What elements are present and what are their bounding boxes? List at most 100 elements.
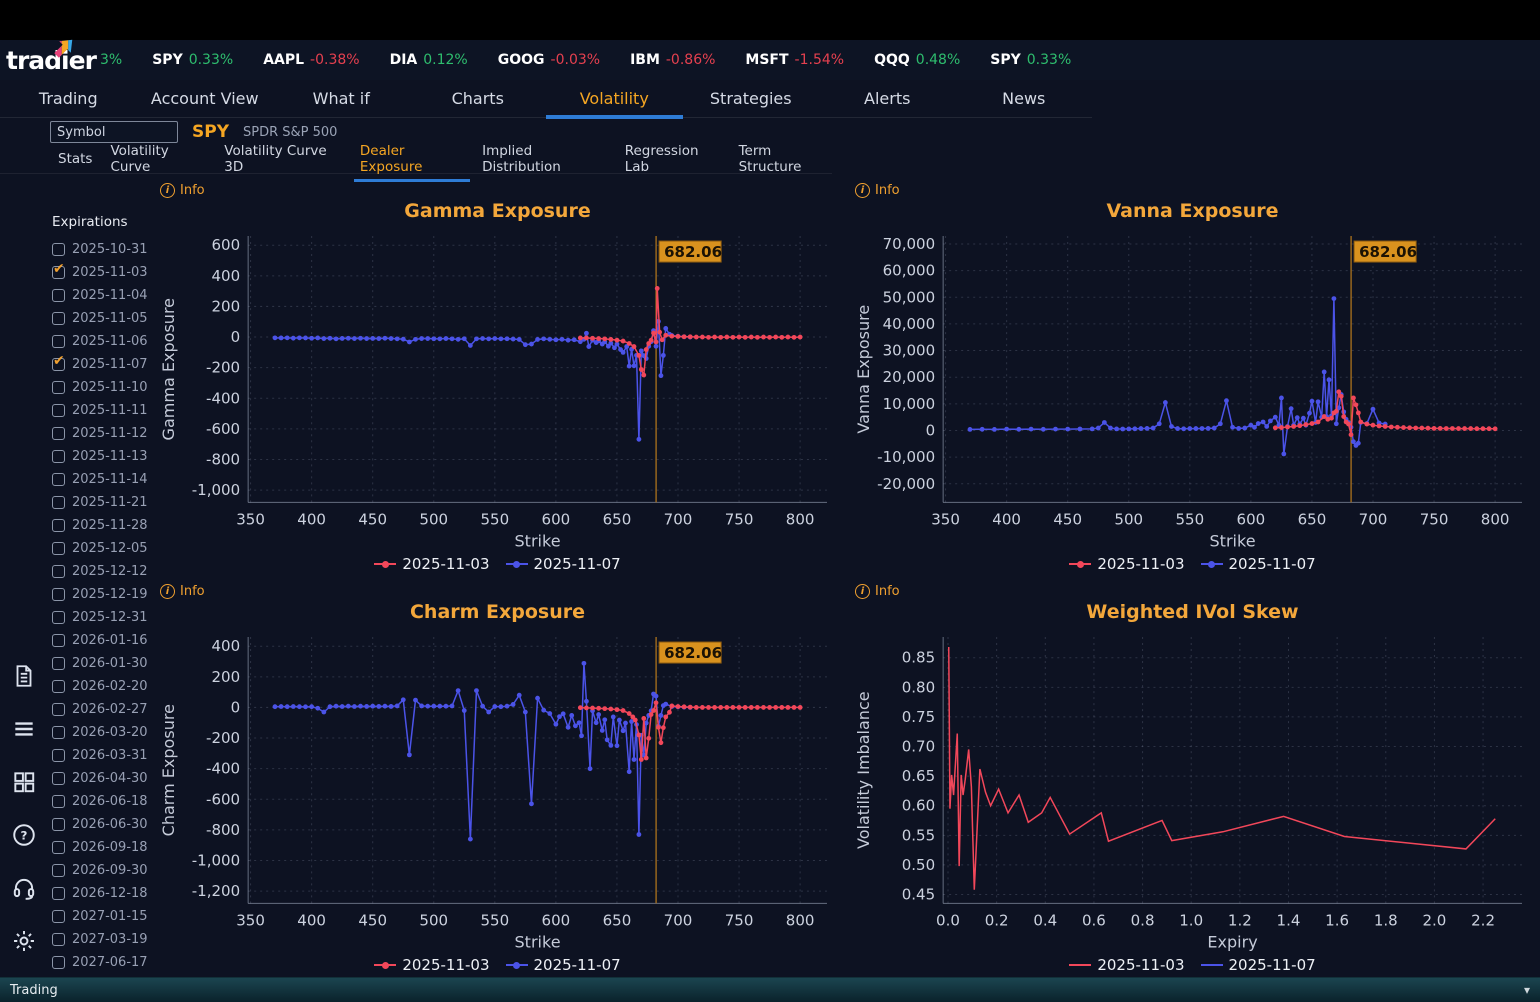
- subtab-dealer-exposure[interactable]: Dealer Exposure: [353, 139, 471, 182]
- expiration-item[interactable]: ✔ 2025-11-03: [48, 261, 150, 284]
- checkbox-unchecked[interactable]: [52, 588, 65, 601]
- nav-tab-news[interactable]: News: [956, 80, 1093, 117]
- gamma-exposure-chart[interactable]: 600 400 200 0 -200 -400 -600 -800 -1,000 350 400 45…: [152, 226, 843, 552]
- subtab-stats[interactable]: Stats: [58, 147, 92, 173]
- legend-item-2025-11-03[interactable]: 2025-11-03: [1069, 555, 1185, 573]
- expiration-item[interactable]: 2026-06-18: [48, 790, 150, 813]
- checkbox-unchecked[interactable]: [52, 634, 65, 647]
- expiration-item[interactable]: 2026-12-18: [48, 882, 150, 905]
- checkbox-checked[interactable]: ✔: [52, 261, 65, 279]
- checkbox-unchecked[interactable]: [52, 381, 65, 394]
- expiration-item[interactable]: ✔ 2025-11-07: [48, 353, 150, 376]
- checkbox-unchecked[interactable]: [52, 841, 65, 854]
- checkbox-unchecked[interactable]: [52, 611, 65, 624]
- expiration-item[interactable]: 2025-12-05: [48, 537, 150, 560]
- expiration-item[interactable]: 2026-02-20: [48, 675, 150, 698]
- checkbox-checked[interactable]: ✔: [52, 353, 65, 371]
- checkbox-unchecked[interactable]: [52, 312, 65, 325]
- expiration-item[interactable]: 2026-04-30: [48, 767, 150, 790]
- grid-icon[interactable]: [10, 768, 38, 796]
- expiration-item[interactable]: 2026-03-20: [48, 721, 150, 744]
- checkbox-unchecked[interactable]: [52, 680, 65, 693]
- subtab-volatility-curve[interactable]: Volatility Curve: [110, 139, 206, 181]
- nav-tab-account-view[interactable]: Account View: [137, 80, 274, 117]
- settings-icon[interactable]: [10, 927, 38, 955]
- expiration-item[interactable]: 2026-01-30: [48, 652, 150, 675]
- checkbox-unchecked[interactable]: [52, 335, 65, 348]
- expiration-item[interactable]: 2026-09-30: [48, 859, 150, 882]
- checkbox-unchecked[interactable]: [52, 496, 65, 509]
- checkbox-unchecked[interactable]: [52, 565, 65, 578]
- nav-tab-charts[interactable]: Charts: [410, 80, 547, 117]
- headset-icon[interactable]: [10, 874, 38, 902]
- chart-info[interactable]: i Info: [152, 581, 843, 601]
- expiration-item[interactable]: 2026-09-18: [48, 836, 150, 859]
- checkbox-unchecked[interactable]: [52, 473, 65, 486]
- expiration-item[interactable]: 2025-11-04: [48, 284, 150, 307]
- nav-tab-what-if[interactable]: What if: [273, 80, 410, 117]
- checkbox-unchecked[interactable]: [52, 864, 65, 877]
- subtab-regression-lab[interactable]: Regression Lab: [625, 139, 721, 181]
- expiration-item[interactable]: 2025-10-31: [48, 238, 150, 261]
- checkbox-unchecked[interactable]: [52, 726, 65, 739]
- expiration-item[interactable]: 2026-03-31: [48, 744, 150, 767]
- status-dropdown-caret[interactable]: ▾: [1524, 983, 1530, 997]
- checkbox-unchecked[interactable]: [52, 289, 65, 302]
- expiration-item[interactable]: 2026-01-16: [48, 629, 150, 652]
- vanna-exposure-chart[interactable]: 70,000 60,000 50,000 40,000 30,000 20,000 10,0…: [847, 226, 1538, 552]
- legend-item-2025-11-07[interactable]: 2025-11-07: [1200, 555, 1316, 573]
- checkbox-unchecked[interactable]: [52, 749, 65, 762]
- expiration-item[interactable]: 2027-01-15: [48, 905, 150, 928]
- legend-item-2025-11-07[interactable]: 2025-11-07: [505, 555, 621, 573]
- expiration-item[interactable]: 2026-06-30: [48, 813, 150, 836]
- checkbox-unchecked[interactable]: [52, 427, 65, 440]
- charm-exposure-chart[interactable]: 400 200 0 -200 -400 -600 -800 -1,000 -1,200 350 40…: [152, 627, 843, 953]
- help-icon[interactable]: ?: [10, 821, 38, 849]
- checkbox-unchecked[interactable]: [52, 519, 65, 532]
- menu-icon[interactable]: [10, 715, 38, 743]
- expiration-item[interactable]: 2025-11-06: [48, 330, 150, 353]
- checkbox-unchecked[interactable]: [52, 910, 65, 923]
- checkbox-unchecked[interactable]: [52, 703, 65, 716]
- checkbox-unchecked[interactable]: [52, 657, 65, 670]
- tradier-logo[interactable]: tradier: [0, 33, 100, 73]
- chart-info[interactable]: i Info: [847, 581, 1538, 601]
- checkbox-unchecked[interactable]: [52, 450, 65, 463]
- document-icon[interactable]: [10, 662, 38, 690]
- expiration-item[interactable]: 2025-11-13: [48, 445, 150, 468]
- nav-tab-trading[interactable]: Trading: [0, 80, 137, 117]
- legend-item-2025-11-03[interactable]: 2025-11-03: [374, 555, 490, 573]
- expiration-item[interactable]: 2025-11-28: [48, 514, 150, 537]
- checkbox-unchecked[interactable]: [52, 795, 65, 808]
- checkbox-unchecked[interactable]: [52, 956, 65, 969]
- expiration-item[interactable]: 2025-11-11: [48, 399, 150, 422]
- chart-info[interactable]: i Info: [847, 180, 1538, 200]
- expiration-item[interactable]: 2025-11-10: [48, 376, 150, 399]
- expiration-item[interactable]: 2025-12-31: [48, 606, 150, 629]
- expiration-item[interactable]: 2026-02-27: [48, 698, 150, 721]
- checkbox-unchecked[interactable]: [52, 818, 65, 831]
- subtab-implied-distribution[interactable]: Implied Distribution: [482, 139, 607, 181]
- checkbox-unchecked[interactable]: [52, 772, 65, 785]
- expiration-item[interactable]: 2025-12-12: [48, 560, 150, 583]
- nav-tab-volatility[interactable]: Volatility: [546, 80, 683, 119]
- expiration-item[interactable]: 2025-11-05: [48, 307, 150, 330]
- weighted-ivol-skew-chart[interactable]: 0.85 0.80 0.75 0.70 0.65 0.60 0.55 0.50 0.450.0 0…: [847, 627, 1538, 953]
- subtab-term-structure[interactable]: Term Structure: [739, 139, 832, 181]
- checkbox-unchecked[interactable]: [52, 243, 65, 256]
- expiration-item[interactable]: 2025-12-19: [48, 583, 150, 606]
- expiration-item[interactable]: 2025-11-21: [48, 491, 150, 514]
- nav-tab-alerts[interactable]: Alerts: [819, 80, 956, 117]
- subtab-volatility-curve-3d[interactable]: Volatility Curve 3D: [224, 139, 342, 181]
- expiration-item[interactable]: 2025-11-12: [48, 422, 150, 445]
- chart-info[interactable]: i Info: [152, 180, 843, 200]
- checkbox-unchecked[interactable]: [52, 887, 65, 900]
- checkbox-unchecked[interactable]: [52, 933, 65, 946]
- expiration-item[interactable]: 2025-11-14: [48, 468, 150, 491]
- legend-item-2025-11-03[interactable]: 2025-11-03: [1069, 956, 1185, 974]
- expiration-item[interactable]: 2027-06-17: [48, 951, 150, 974]
- nav-tab-strategies[interactable]: Strategies: [683, 80, 820, 117]
- checkbox-unchecked[interactable]: [52, 404, 65, 417]
- legend-item-2025-11-07[interactable]: 2025-11-07: [1200, 956, 1316, 974]
- checkbox-unchecked[interactable]: [52, 542, 65, 555]
